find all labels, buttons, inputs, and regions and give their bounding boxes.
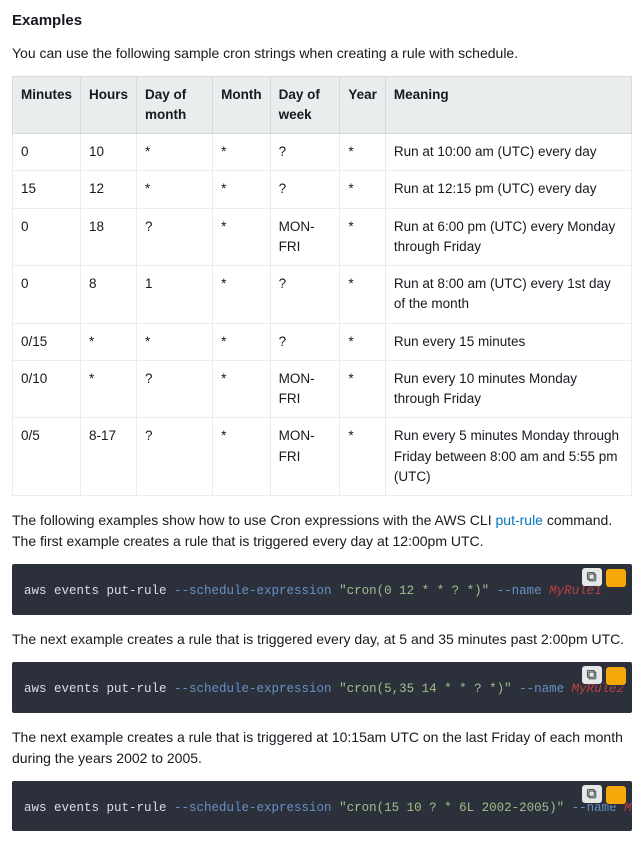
col-day-of-month: Day of month (137, 76, 213, 134)
table-cell: * (213, 360, 270, 418)
col-minutes: Minutes (13, 76, 81, 134)
code-cmd: aws events put-rule (24, 682, 174, 696)
intro-paragraph: You can use the following sample cron st… (12, 43, 632, 64)
table-row: 0/10*?*MON-FRI*Run every 10 minutes Mond… (13, 360, 632, 418)
table-cell: * (213, 208, 270, 266)
col-month: Month (213, 76, 270, 134)
cli-intro-text-before: The following examples show how to use C… (12, 512, 496, 528)
copy-icon (586, 571, 598, 583)
table-cell: Run every 10 minutes Monday through Frid… (385, 360, 631, 418)
table-cell: Run at 10:00 am (UTC) every day (385, 134, 631, 171)
theme-toggle-icon[interactable] (606, 667, 626, 685)
cli-intro-paragraph: The following examples show how to use C… (12, 510, 632, 552)
copy-button[interactable] (582, 666, 602, 684)
table-cell: * (340, 171, 386, 208)
code-flag: --schedule-expression (174, 801, 332, 815)
table-cell: * (340, 266, 386, 324)
code-flag: --name (497, 584, 550, 598)
col-day-of-week: Day of week (270, 76, 340, 134)
code-string: "cron(5,35 14 * * ? *)" (332, 682, 520, 696)
code-block-3: aws events put-rule --schedule-expressio… (12, 781, 632, 832)
table-cell: ? (137, 418, 213, 496)
code-block-2: aws events put-rule --schedule-expressio… (12, 662, 632, 713)
table-cell: 0 (13, 134, 81, 171)
table-cell: * (81, 323, 137, 360)
code-string: "cron(15 10 ? * 6L 2002-2005)" (332, 801, 572, 815)
table-cell: 0/10 (13, 360, 81, 418)
table-cell: * (213, 171, 270, 208)
examples-heading: Examples (12, 10, 632, 33)
table-cell: ? (270, 134, 340, 171)
code-cmd: aws events put-rule (24, 801, 174, 815)
table-row: 010**?*Run at 10:00 am (UTC) every day (13, 134, 632, 171)
table-cell: 8-17 (81, 418, 137, 496)
code-flag: --schedule-expression (174, 682, 332, 696)
code-string: "cron(0 12 * * ? *)" (332, 584, 497, 598)
table-cell: * (137, 171, 213, 208)
table-row: 1512**?*Run at 12:15 pm (UTC) every day (13, 171, 632, 208)
table-cell: * (340, 323, 386, 360)
table-cell: ? (137, 360, 213, 418)
table-cell: * (213, 418, 270, 496)
table-cell: Run every 5 minutes Monday through Frida… (385, 418, 631, 496)
theme-toggle-icon[interactable] (606, 569, 626, 587)
table-cell: * (137, 134, 213, 171)
table-cell: 0/15 (13, 323, 81, 360)
cron-examples-table: Minutes Hours Day of month Month Day of … (12, 76, 632, 497)
table-row: 0/15***?*Run every 15 minutes (13, 323, 632, 360)
table-cell: * (340, 208, 386, 266)
table-cell: * (340, 360, 386, 418)
copy-icon (586, 669, 598, 681)
table-cell: 0/5 (13, 418, 81, 496)
table-cell: Run at 6:00 pm (UTC) every Monday throug… (385, 208, 631, 266)
table-cell: 15 (13, 171, 81, 208)
put-rule-link[interactable]: put-rule (496, 512, 543, 528)
table-row: 081*?*Run at 8:00 am (UTC) every 1st day… (13, 266, 632, 324)
table-cell: 12 (81, 171, 137, 208)
col-year: Year (340, 76, 386, 134)
table-cell: ? (137, 208, 213, 266)
code-flag: --schedule-expression (174, 584, 332, 598)
table-cell: Run every 15 minutes (385, 323, 631, 360)
code-cmd: aws events put-rule (24, 584, 174, 598)
table-row: 0/58-17?*MON-FRI*Run every 5 minutes Mon… (13, 418, 632, 496)
col-hours: Hours (81, 76, 137, 134)
copy-button[interactable] (582, 568, 602, 586)
table-cell: 8 (81, 266, 137, 324)
table-row: 018?*MON-FRI*Run at 6:00 pm (UTC) every … (13, 208, 632, 266)
table-cell: * (137, 323, 213, 360)
table-cell: 10 (81, 134, 137, 171)
col-meaning: Meaning (385, 76, 631, 134)
table-cell: * (213, 323, 270, 360)
table-cell: * (213, 134, 270, 171)
table-cell: MON-FRI (270, 418, 340, 496)
copy-button[interactable] (582, 785, 602, 803)
table-cell: * (213, 266, 270, 324)
table-header-row: Minutes Hours Day of month Month Day of … (13, 76, 632, 134)
table-cell: 0 (13, 266, 81, 324)
table-cell: Run at 8:00 am (UTC) every 1st day of th… (385, 266, 631, 324)
table-cell: 1 (137, 266, 213, 324)
table-cell: * (340, 134, 386, 171)
para-2: The next example creates a rule that is … (12, 629, 632, 650)
table-cell: * (81, 360, 137, 418)
code-flag: --name (519, 682, 572, 696)
table-cell: Run at 12:15 pm (UTC) every day (385, 171, 631, 208)
copy-icon (586, 788, 598, 800)
theme-toggle-icon[interactable] (606, 786, 626, 804)
table-cell: 18 (81, 208, 137, 266)
table-cell: ? (270, 171, 340, 208)
table-cell: ? (270, 323, 340, 360)
table-cell: 0 (13, 208, 81, 266)
table-cell: * (340, 418, 386, 496)
code-block-1: aws events put-rule --schedule-expressio… (12, 564, 632, 615)
table-cell: MON-FRI (270, 208, 340, 266)
table-cell: MON-FRI (270, 360, 340, 418)
para-3: The next example creates a rule that is … (12, 727, 632, 769)
table-cell: ? (270, 266, 340, 324)
